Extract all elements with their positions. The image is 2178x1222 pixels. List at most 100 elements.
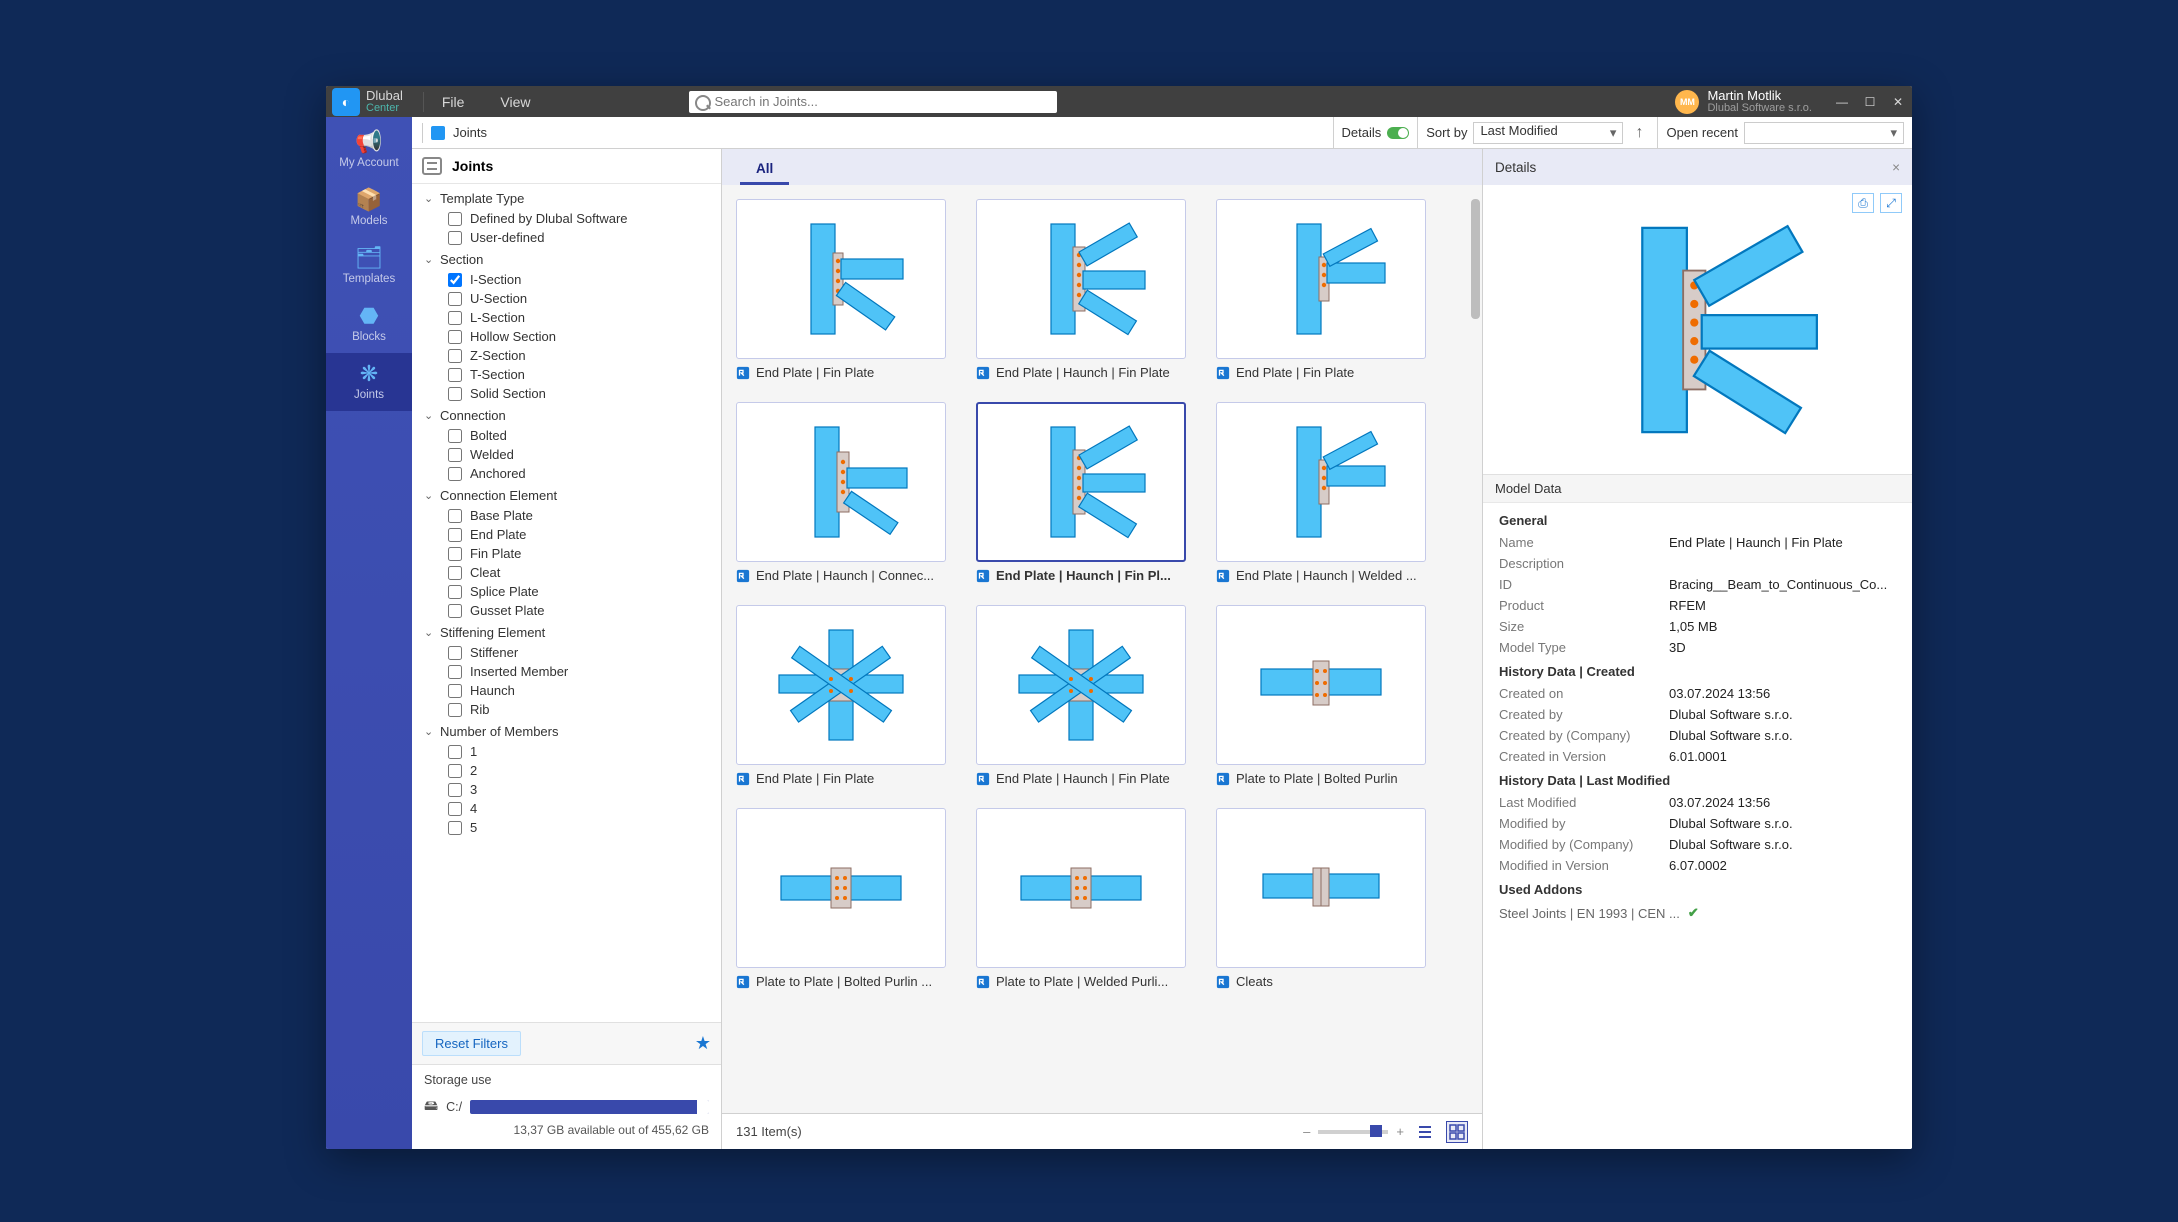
filter-checkbox[interactable] xyxy=(448,528,462,542)
gallery-card[interactable]: End Plate | Haunch | Fin Plate xyxy=(976,605,1186,786)
filter-checkbox[interactable] xyxy=(448,665,462,679)
close-button[interactable]: ✕ xyxy=(1884,86,1912,117)
nav-item-blocks[interactable]: ⬣Blocks xyxy=(326,295,412,353)
card-thumbnail[interactable] xyxy=(1216,605,1426,765)
filter-checkbox[interactable] xyxy=(448,387,462,401)
filter-checkbox[interactable] xyxy=(448,783,462,797)
filter-checkbox[interactable] xyxy=(448,330,462,344)
gallery-card[interactable]: Plate to Plate | Bolted Purlin ... xyxy=(736,808,946,989)
card-thumbnail[interactable] xyxy=(1216,402,1426,562)
preview-expand-button[interactable]: ⤢ xyxy=(1880,193,1902,213)
maximize-button[interactable]: ☐ xyxy=(1856,86,1884,117)
filter-checkbox[interactable] xyxy=(448,292,462,306)
filter-checkbox[interactable] xyxy=(448,745,462,759)
filter-checkbox[interactable] xyxy=(448,349,462,363)
card-thumbnail[interactable] xyxy=(736,808,946,968)
filter-option[interactable]: 5 xyxy=(448,818,721,837)
zoom-slider[interactable]: – + xyxy=(1303,1124,1404,1139)
sort-direction-button[interactable]: ↑ xyxy=(1629,124,1649,142)
filter-option[interactable]: Cleat xyxy=(448,563,721,582)
reset-filters-button[interactable]: Reset Filters xyxy=(422,1031,521,1056)
card-thumbnail[interactable] xyxy=(736,605,946,765)
filter-checkbox[interactable] xyxy=(448,646,462,660)
filter-option[interactable]: T-Section xyxy=(448,365,721,384)
menu-file[interactable]: File xyxy=(424,94,483,110)
filter-checkbox[interactable] xyxy=(448,604,462,618)
search-input[interactable] xyxy=(689,91,1057,113)
card-thumbnail[interactable] xyxy=(736,199,946,359)
filter-option[interactable]: Welded xyxy=(448,445,721,464)
card-thumbnail[interactable] xyxy=(976,402,1186,562)
zoom-out-icon[interactable]: – xyxy=(1303,1124,1310,1139)
filter-checkbox[interactable] xyxy=(448,566,462,580)
filter-option[interactable]: Stiffener xyxy=(448,643,721,662)
filter-group-header[interactable]: ⌄Template Type xyxy=(420,188,721,209)
user-block[interactable]: Martin Motlik Dlubal Software s.r.o. xyxy=(1707,89,1812,115)
filter-checkbox[interactable] xyxy=(448,802,462,816)
filter-checkbox[interactable] xyxy=(448,509,462,523)
nav-item-joints[interactable]: ❋Joints xyxy=(326,353,412,411)
filter-option[interactable]: Inserted Member xyxy=(448,662,721,681)
nav-item-templates[interactable]: 🗂Templates xyxy=(326,237,412,295)
filter-checkbox[interactable] xyxy=(448,684,462,698)
filter-option[interactable]: Base Plate xyxy=(448,506,721,525)
minimize-button[interactable]: — xyxy=(1828,86,1856,117)
filter-checkbox[interactable] xyxy=(448,585,462,599)
preview-print-button[interactable]: ⎙ xyxy=(1852,193,1874,213)
card-thumbnail[interactable] xyxy=(1216,199,1426,359)
filter-checkbox[interactable] xyxy=(448,273,462,287)
filter-checkbox[interactable] xyxy=(448,467,462,481)
filter-option[interactable]: 3 xyxy=(448,780,721,799)
gallery-card[interactable]: Plate to Plate | Welded Purli... xyxy=(976,808,1186,989)
gallery-card[interactable]: End Plate | Haunch | Fin Plate xyxy=(976,199,1186,380)
list-view-button[interactable] xyxy=(1414,1121,1436,1143)
filter-checkbox[interactable] xyxy=(448,547,462,561)
filter-checkbox[interactable] xyxy=(448,231,462,245)
filter-checkbox[interactable] xyxy=(448,821,462,835)
grid-view-button[interactable] xyxy=(1446,1121,1468,1143)
gallery-card[interactable]: End Plate | Fin Plate xyxy=(1216,199,1426,380)
filter-option[interactable]: End Plate xyxy=(448,525,721,544)
filter-checkbox[interactable] xyxy=(448,212,462,226)
card-thumbnail[interactable] xyxy=(976,199,1186,359)
filter-option[interactable]: L-Section xyxy=(448,308,721,327)
filter-checkbox[interactable] xyxy=(448,311,462,325)
nav-item-models[interactable]: 📦Models xyxy=(326,179,412,237)
card-thumbnail[interactable] xyxy=(976,605,1186,765)
filter-option[interactable]: Rib xyxy=(448,700,721,719)
filter-option[interactable]: Splice Plate xyxy=(448,582,721,601)
filter-option[interactable]: Haunch xyxy=(448,681,721,700)
zoom-in-icon[interactable]: + xyxy=(1396,1124,1404,1139)
filter-option[interactable]: Defined by Dlubal Software xyxy=(448,209,721,228)
gallery-scroll[interactable]: End Plate | Fin PlateEnd Plate | Haunch … xyxy=(722,185,1482,1113)
sort-by-dropdown[interactable]: Last Modified ▾ xyxy=(1473,122,1623,144)
filter-option[interactable]: Bolted xyxy=(448,426,721,445)
filter-group-header[interactable]: ⌄Connection Element xyxy=(420,485,721,506)
user-avatar[interactable]: MM xyxy=(1675,90,1699,114)
filter-option[interactable]: Anchored xyxy=(448,464,721,483)
gallery-card[interactable]: End Plate | Fin Plate xyxy=(736,199,946,380)
filter-checkbox[interactable] xyxy=(448,368,462,382)
filter-option[interactable]: U-Section xyxy=(448,289,721,308)
menu-view[interactable]: View xyxy=(482,94,548,110)
filter-option[interactable]: 1 xyxy=(448,742,721,761)
gallery-card[interactable]: End Plate | Haunch | Welded ... xyxy=(1216,402,1426,583)
favorite-filter-button[interactable]: ★ xyxy=(695,1033,711,1054)
filter-option[interactable]: I-Section xyxy=(448,270,721,289)
card-thumbnail[interactable] xyxy=(976,808,1186,968)
gallery-scrollbar[interactable] xyxy=(1471,199,1480,319)
filter-group-header[interactable]: ⌄Connection xyxy=(420,405,721,426)
filter-checkbox[interactable] xyxy=(448,448,462,462)
tab-all[interactable]: All xyxy=(740,153,789,185)
filter-option[interactable]: Fin Plate xyxy=(448,544,721,563)
gallery-card[interactable]: End Plate | Fin Plate xyxy=(736,605,946,786)
filter-group-header[interactable]: ⌄Number of Members xyxy=(420,721,721,742)
filter-checkbox[interactable] xyxy=(448,764,462,778)
filter-option[interactable]: Solid Section xyxy=(448,384,721,403)
filter-group-header[interactable]: ⌄Stiffening Element xyxy=(420,622,721,643)
open-recent-dropdown[interactable]: ▾ xyxy=(1744,122,1904,144)
card-thumbnail[interactable] xyxy=(1216,808,1426,968)
gallery-card[interactable]: End Plate | Haunch | Connec... xyxy=(736,402,946,583)
filter-checkbox[interactable] xyxy=(448,429,462,443)
filter-option[interactable]: User-defined xyxy=(448,228,721,247)
